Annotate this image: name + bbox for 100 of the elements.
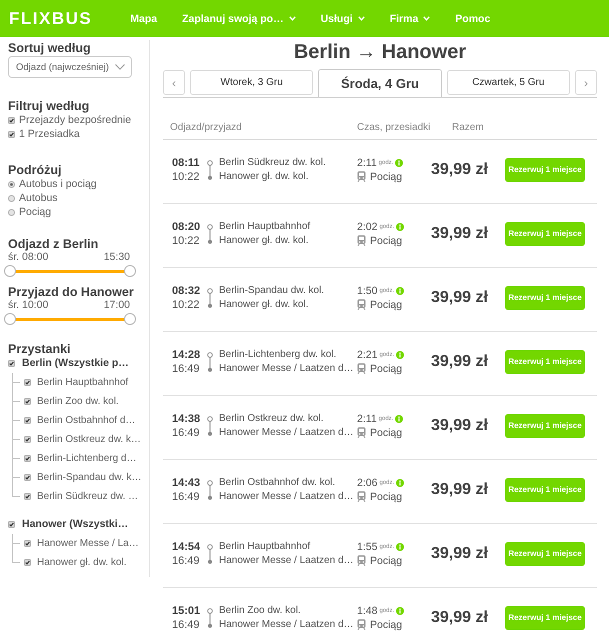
checkbox-label: Przejazdy bezpośrednie bbox=[19, 114, 132, 126]
book-button[interactable]: Rezerwuj 1 miejsce bbox=[505, 222, 585, 246]
route-line-icon bbox=[207, 224, 213, 244]
stop-label: Berlin Südkreuz dw. … bbox=[37, 491, 138, 502]
departure-time: 08:32 bbox=[172, 284, 200, 298]
duration: 1:48 bbox=[357, 604, 378, 616]
range-start-time: śr. 08:00 bbox=[8, 251, 48, 264]
stop-label: Berlin Ostbahnhof d… bbox=[37, 415, 136, 426]
info-icon[interactable] bbox=[395, 414, 404, 422]
info-icon[interactable] bbox=[396, 606, 404, 614]
duration: 2:21 bbox=[357, 348, 378, 360]
arrival-time: 10:22 bbox=[172, 298, 200, 312]
radio-button[interactable] bbox=[8, 180, 15, 188]
departure-time: 14:54 bbox=[172, 540, 200, 554]
date-tab[interactable]: Środa, 4 Gru bbox=[318, 69, 442, 97]
nav-link[interactable]: Pomoc bbox=[455, 12, 490, 26]
transport-mode: Pociąg bbox=[370, 426, 402, 438]
checkbox[interactable] bbox=[24, 559, 31, 566]
route-title: Berlin → Hanower bbox=[294, 40, 466, 64]
checkbox[interactable] bbox=[24, 474, 31, 481]
duration: 2:11 bbox=[357, 412, 377, 424]
sort-dropdown[interactable]: Odjazd (najwcześniej) bbox=[8, 56, 132, 78]
radio-button[interactable] bbox=[8, 194, 15, 202]
section-heading: Przystanki bbox=[8, 342, 71, 356]
date-tab[interactable]: Czwartek, 5 Gru bbox=[446, 70, 570, 95]
date-tab[interactable]: Wtorek, 3 Gru bbox=[190, 70, 314, 95]
stop-label: Berlin-Lichtenberg d… bbox=[37, 453, 136, 464]
arrival-time: 16:49 bbox=[172, 554, 200, 568]
stop-label: Berlin-Spandau dw. k… bbox=[37, 472, 142, 483]
checkbox[interactable] bbox=[8, 520, 15, 528]
section-heading: Przyjazd do Hanower bbox=[8, 285, 134, 299]
price: 39,99 zł bbox=[431, 544, 488, 562]
radio-button[interactable] bbox=[8, 208, 15, 216]
train-icon bbox=[357, 491, 366, 502]
departure-station: Berlin Zoo dw. kol. bbox=[219, 604, 301, 618]
info-icon[interactable] bbox=[396, 222, 404, 230]
train-icon bbox=[357, 235, 366, 246]
stop-label: Hanower gł. dw. kol. bbox=[37, 557, 126, 568]
book-button[interactable]: Rezerwuj 1 miejsce bbox=[505, 286, 585, 310]
transport-mode: Pociąg bbox=[370, 554, 402, 566]
departure-station: Berlin Ostkreuz dw. kol. bbox=[219, 412, 324, 426]
slider-handle[interactable] bbox=[4, 265, 16, 277]
checkbox[interactable] bbox=[24, 379, 31, 386]
checkbox[interactable] bbox=[24, 398, 31, 405]
logo[interactable]: FLIXBUS bbox=[9, 8, 92, 28]
departure-station: Berlin Hauptbahnhof bbox=[219, 220, 310, 234]
departure-time: 08:11 bbox=[172, 156, 200, 170]
next-day-button[interactable]: › bbox=[574, 70, 597, 95]
book-button[interactable]: Rezerwuj 1 miejsce bbox=[505, 542, 585, 566]
price: 39,99 zł bbox=[431, 160, 488, 178]
price: 39,99 zł bbox=[431, 352, 488, 370]
checkbox[interactable] bbox=[24, 540, 31, 547]
book-button[interactable]: Rezerwuj 1 miejsce bbox=[505, 350, 585, 374]
arrival-station: Hanower Messe / Laatzen d… bbox=[219, 362, 354, 376]
route-line-icon bbox=[207, 480, 213, 500]
previous-day-button[interactable]: ‹ bbox=[163, 70, 185, 95]
section-heading: Sortuj według bbox=[8, 41, 91, 55]
checkbox[interactable] bbox=[8, 130, 15, 138]
departure-time: 14:43 bbox=[172, 476, 200, 490]
train-icon bbox=[357, 299, 366, 310]
route-line-icon bbox=[207, 608, 213, 628]
checkbox[interactable] bbox=[24, 417, 31, 424]
checkbox[interactable] bbox=[8, 360, 15, 366]
info-icon[interactable] bbox=[395, 158, 404, 166]
info-icon[interactable] bbox=[396, 286, 404, 294]
arrival-time: 16:49 bbox=[172, 426, 200, 440]
departure-station: Berlin Hauptbahnhof bbox=[219, 540, 310, 554]
duration: 2:06 bbox=[357, 476, 378, 488]
checkbox[interactable] bbox=[8, 116, 15, 124]
checkbox[interactable] bbox=[24, 455, 31, 462]
info-icon[interactable] bbox=[396, 542, 404, 550]
nav-link[interactable]: Firma bbox=[390, 12, 430, 26]
book-button[interactable]: Rezerwuj 1 miejsce bbox=[505, 158, 585, 182]
stop-label: Berlin Ostkreuz dw. k… bbox=[37, 434, 141, 445]
checkbox[interactable] bbox=[24, 436, 31, 443]
stop-label: Hanower Messe / La… bbox=[37, 538, 139, 549]
arrival-time: 16:49 bbox=[172, 618, 200, 632]
transport-mode: Pociąg bbox=[370, 362, 402, 374]
column-header: Czas, przesiadki bbox=[357, 122, 430, 134]
slider-handle[interactable] bbox=[124, 313, 136, 325]
route-line-icon bbox=[207, 416, 213, 436]
route-line-icon bbox=[207, 352, 213, 372]
slider-handle[interactable] bbox=[4, 313, 16, 325]
checkbox[interactable] bbox=[24, 493, 31, 500]
info-icon[interactable] bbox=[396, 350, 404, 358]
duration: 2:11 bbox=[357, 156, 377, 168]
route-line-icon bbox=[207, 544, 213, 564]
book-button[interactable]: Rezerwuj 1 miejsce bbox=[505, 606, 585, 630]
book-button[interactable]: Rezerwuj 1 miejsce bbox=[505, 478, 585, 502]
info-icon[interactable] bbox=[396, 478, 404, 486]
nav-link[interactable]: Zaplanuj swoją po… bbox=[182, 12, 296, 26]
departure-station: Berlin Ostbahnhof dw. kol. bbox=[219, 476, 336, 490]
arrival-station: Hanower gł. dw. kol. bbox=[219, 170, 308, 184]
nav-link[interactable]: Mapa bbox=[130, 12, 158, 26]
nav-link[interactable]: Usługi bbox=[320, 12, 365, 26]
train-icon bbox=[357, 555, 366, 566]
train-icon bbox=[357, 363, 366, 374]
book-button[interactable]: Rezerwuj 1 miejsce bbox=[505, 414, 585, 438]
slider-handle[interactable] bbox=[124, 265, 136, 277]
departure-station: Berlin-Lichtenberg dw. kol. bbox=[219, 348, 336, 362]
